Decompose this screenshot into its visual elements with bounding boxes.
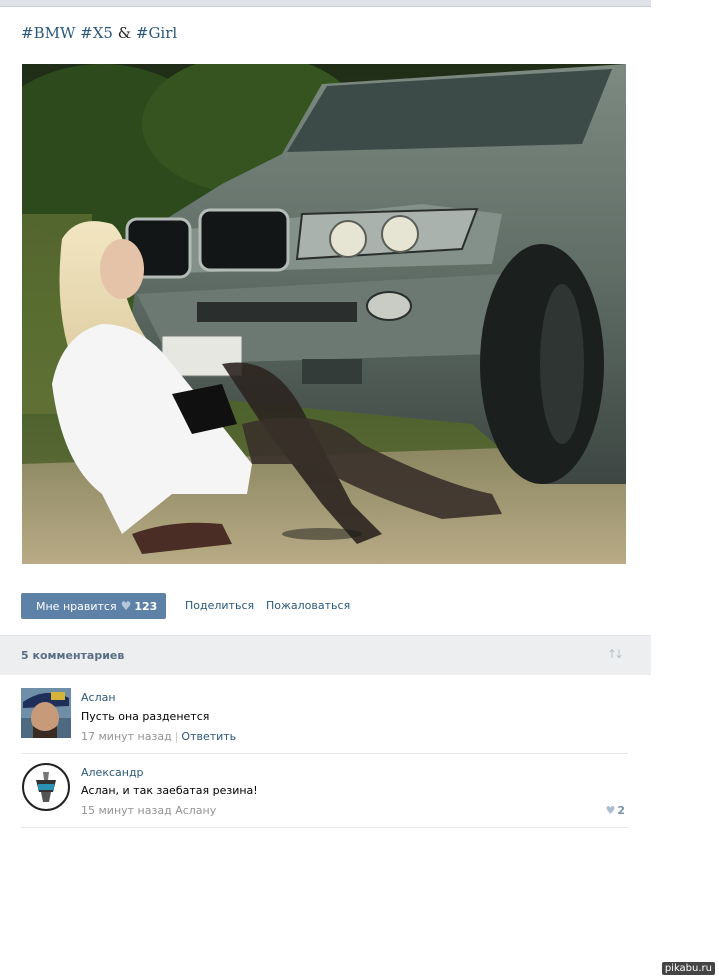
hashtag-girl[interactable]: #Girl <box>136 24 177 42</box>
comment-item: Александр Аслан, и так заебатая резина! … <box>21 762 628 822</box>
comment-meta: 15 минут назад Аслану <box>81 804 216 817</box>
comment-text: Аслан, и так заебатая резина! <box>81 784 258 797</box>
avatar[interactable] <box>21 688 71 738</box>
comment-divider <box>21 827 628 828</box>
comment-item: Аслан Пусть она разденется 17 минут наза… <box>21 688 628 748</box>
avatar-image <box>21 688 71 738</box>
comment-likes[interactable]: ♥ 2 <box>605 804 625 817</box>
comments-header: 5 комментариев ↑↓ <box>0 635 651 675</box>
comment-meta: 17 минут назад | Ответить <box>81 730 236 743</box>
heart-icon: ♥ <box>605 804 616 817</box>
comment-time[interactable]: 15 минут назад <box>81 804 172 817</box>
comment-author[interactable]: Александр <box>81 766 144 779</box>
avatar[interactable] <box>21 762 71 812</box>
post-title: #BMW #X5 & #Girl <box>21 24 177 42</box>
heart-icon: ♥ <box>120 599 132 613</box>
post-photo[interactable] <box>22 64 626 564</box>
meta-separator: | <box>174 730 179 743</box>
hashtag-x5[interactable]: #X5 <box>80 24 113 42</box>
report-link[interactable]: Пожаловаться <box>266 593 350 619</box>
top-border <box>0 0 651 7</box>
reply-link[interactable]: Ответить <box>181 730 236 743</box>
sort-arrows-icon[interactable]: ↑↓ <box>607 647 624 661</box>
like-button[interactable]: Мне нравится ♥ 123 <box>21 593 166 619</box>
comment-time[interactable]: 17 минут назад <box>81 730 172 743</box>
hashtag-bmw[interactable]: #BMW <box>21 24 75 42</box>
comment-divider <box>21 753 628 754</box>
post-photo-illustration <box>22 64 626 564</box>
comment-author[interactable]: Аслан <box>81 691 116 704</box>
comment-text: Пусть она разденется <box>81 710 210 723</box>
comment-like-count: 2 <box>617 804 625 817</box>
avatar-image <box>21 762 71 812</box>
share-link[interactable]: Поделиться <box>185 593 254 619</box>
watermark: pikabu.ru <box>661 962 715 975</box>
like-count: 123 <box>134 600 158 613</box>
like-label: Мне нравится <box>36 600 117 613</box>
title-ampersand: & <box>117 24 132 42</box>
comment-addressee[interactable]: Аслану <box>175 804 216 817</box>
comments-count[interactable]: 5 комментариев <box>21 649 124 662</box>
